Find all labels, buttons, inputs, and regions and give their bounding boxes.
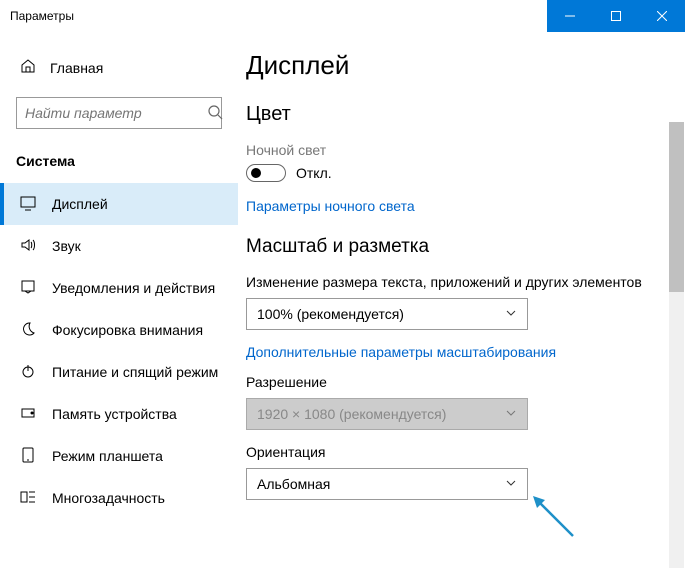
sidebar-item-power[interactable]: Питание и спящий режим bbox=[0, 351, 238, 393]
sidebar-item-label: Звук bbox=[52, 238, 81, 254]
sidebar-item-label: Режим планшета bbox=[52, 448, 163, 464]
advanced-scaling-link[interactable]: Дополнительные параметры масштабирования bbox=[246, 344, 685, 360]
sidebar-item-label: Многозадачность bbox=[52, 490, 165, 506]
sidebar-item-label: Уведомления и действия bbox=[52, 280, 215, 296]
resolution-select[interactable]: 1920 × 1080 (рекомендуется) bbox=[246, 398, 528, 430]
search-icon bbox=[207, 104, 223, 123]
scale-value: 100% (рекомендуется) bbox=[257, 306, 505, 322]
color-heading: Цвет bbox=[246, 103, 685, 126]
chevron-down-icon bbox=[505, 406, 517, 422]
tablet-icon bbox=[20, 447, 52, 466]
sidebar-item-label: Фокусировка внимания bbox=[52, 322, 203, 338]
sidebar-item-sound[interactable]: Звук bbox=[0, 225, 238, 267]
close-button[interactable] bbox=[639, 0, 685, 32]
home-icon bbox=[20, 58, 50, 77]
multitask-icon bbox=[20, 489, 52, 508]
sidebar-item-tablet[interactable]: Режим планшета bbox=[0, 435, 238, 477]
search-box[interactable] bbox=[16, 97, 222, 129]
sidebar-item-storage[interactable]: Память устройства bbox=[0, 393, 238, 435]
nightlight-settings-link[interactable]: Параметры ночного света bbox=[246, 198, 685, 214]
home-nav[interactable]: Главная bbox=[0, 50, 238, 85]
main-panel: Дисплей Цвет Ночной свет Откл. Параметры… bbox=[238, 32, 685, 580]
sound-icon bbox=[20, 237, 52, 256]
sidebar-item-label: Память устройства bbox=[52, 406, 177, 422]
scale-heading: Масштаб и разметка bbox=[246, 236, 685, 258]
resolution-value: 1920 × 1080 (рекомендуется) bbox=[257, 406, 505, 422]
orientation-label: Ориентация bbox=[246, 444, 685, 460]
annotation-arrow bbox=[529, 492, 577, 543]
sidebar-item-multitask[interactable]: Многозадачность bbox=[0, 477, 238, 519]
orientation-value: Альбомная bbox=[257, 476, 505, 492]
scale-select[interactable]: 100% (рекомендуется) bbox=[246, 298, 528, 330]
minimize-button[interactable] bbox=[547, 0, 593, 32]
scrollbar[interactable] bbox=[669, 122, 684, 568]
scale-label: Изменение размера текста, приложений и д… bbox=[246, 274, 685, 290]
scroll-thumb[interactable] bbox=[669, 122, 684, 292]
notifications-icon bbox=[20, 279, 52, 298]
sidebar-item-label: Дисплей bbox=[52, 196, 108, 212]
chevron-down-icon bbox=[505, 476, 517, 492]
storage-icon bbox=[20, 405, 52, 424]
sidebar-item-focus[interactable]: Фокусировка внимания bbox=[0, 309, 238, 351]
monitor-icon bbox=[20, 195, 52, 214]
home-label: Главная bbox=[50, 60, 103, 76]
nightlight-toggle[interactable] bbox=[246, 164, 286, 182]
nightlight-state: Откл. bbox=[296, 165, 332, 181]
sidebar-item-display[interactable]: Дисплей bbox=[0, 183, 238, 225]
window-title: Параметры bbox=[10, 9, 74, 23]
sidebar-item-label: Питание и спящий режим bbox=[52, 364, 218, 380]
orientation-select[interactable]: Альбомная bbox=[246, 468, 528, 500]
titlebar: Параметры bbox=[0, 0, 685, 32]
chevron-down-icon bbox=[505, 306, 517, 322]
resolution-label: Разрешение bbox=[246, 374, 685, 390]
page-title: Дисплей bbox=[246, 50, 685, 81]
maximize-button[interactable] bbox=[593, 0, 639, 32]
moon-icon bbox=[20, 321, 52, 340]
search-input[interactable] bbox=[25, 105, 207, 121]
sidebar-item-notifications[interactable]: Уведомления и действия bbox=[0, 267, 238, 309]
sidebar: Главная Система Дисплей Звук Уведомления… bbox=[0, 32, 238, 580]
window-controls bbox=[547, 0, 685, 32]
nightlight-label: Ночной свет bbox=[246, 142, 685, 158]
category-heading: Система bbox=[0, 147, 238, 175]
power-icon bbox=[20, 363, 52, 382]
